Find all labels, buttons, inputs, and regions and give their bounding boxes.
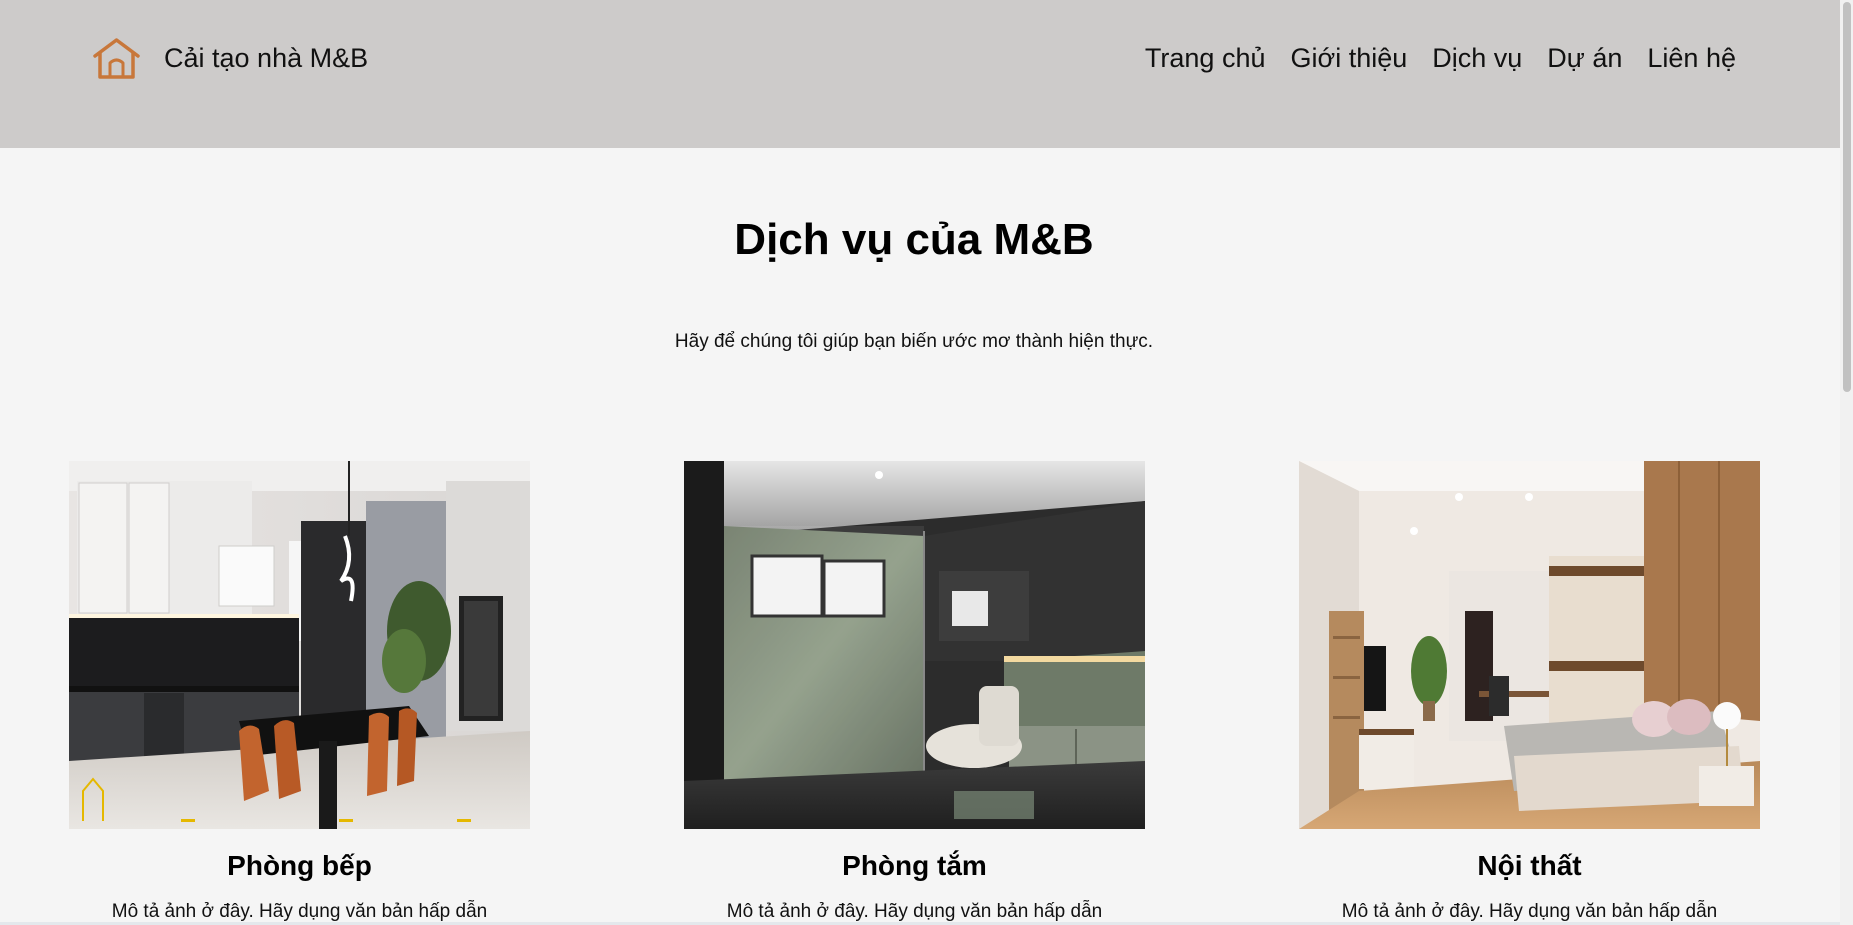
- page-subtitle: Hãy để chúng tôi giúp bạn biến ước mơ th…: [674, 331, 1154, 352]
- brand-name[interactable]: Cải tạo nhà M&B: [164, 40, 368, 76]
- kitchen-photo[interactable]: [69, 461, 530, 829]
- service-title-kitchen: Phòng bếp: [227, 850, 372, 881]
- service-card-kitchen: Phòng bếp Mô tả ảnh ở đây. Hãy dụng văn …: [69, 461, 530, 925]
- scrollbar-thumb[interactable]: [1843, 2, 1851, 392]
- site-header: Cải tạo nhà M&B Trang chủ Giới thiệu Dịc…: [0, 0, 1840, 148]
- nav-item-home[interactable]: Trang chủ: [1145, 40, 1266, 76]
- nav-item-projects[interactable]: Dự án: [1547, 40, 1622, 76]
- service-description-bathroom: Mô tả ảnh ở đây. Hãy dụng văn bản hấp dẫ…: [726, 901, 1103, 922]
- service-card-interior: Nội thất Mô tả ảnh ở đây. Hãy dụng văn b…: [1299, 461, 1760, 925]
- house-logo-icon[interactable]: [92, 37, 141, 79]
- interior-photo[interactable]: [1299, 461, 1760, 829]
- service-card-bathroom: Phòng tắm Mô tả ảnh ở đây. Hãy dụng văn …: [684, 461, 1145, 925]
- vertical-scrollbar[interactable]: [1840, 0, 1853, 925]
- service-description-interior: Mô tả ảnh ở đây. Hãy dụng văn bản hấp dẫ…: [1341, 901, 1718, 922]
- service-title-bathroom: Phòng tắm: [842, 850, 987, 881]
- nav-item-services[interactable]: Dịch vụ: [1432, 40, 1522, 76]
- service-title-interior: Nội thất: [1477, 850, 1582, 881]
- page-title: Dịch vụ của M&B: [734, 215, 1094, 264]
- nav-item-contact[interactable]: Liên hệ: [1647, 40, 1736, 76]
- main-nav: Trang chủ Giới thiệu Dịch vụ Dự án Liên …: [1145, 40, 1736, 76]
- page: Cải tạo nhà M&B Trang chủ Giới thiệu Dịc…: [0, 0, 1853, 925]
- bathroom-photo[interactable]: [684, 461, 1145, 829]
- nav-item-about[interactable]: Giới thiệu: [1291, 40, 1408, 76]
- service-description-kitchen: Mô tả ảnh ở đây. Hãy dụng văn bản hấp dẫ…: [111, 901, 488, 922]
